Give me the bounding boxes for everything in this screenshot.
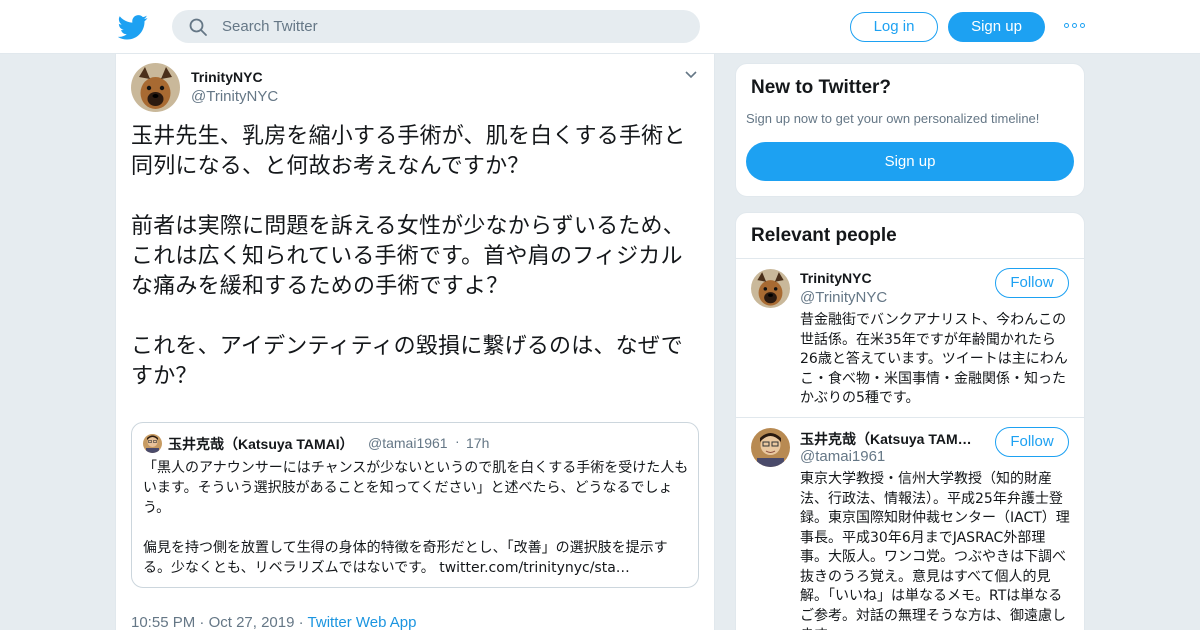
- author-name[interactable]: TrinityNYC: [191, 69, 263, 85]
- follow-button[interactable]: Follow: [995, 427, 1069, 457]
- avatar[interactable]: [131, 63, 180, 112]
- person-handle[interactable]: @TrinityNYC: [800, 289, 887, 306]
- person-bio: 昔金融街でバンクアナリスト、今わんこの世話係。在米35年ですが年齢聞かれたら26…: [800, 312, 1068, 406]
- search-icon: [189, 18, 207, 36]
- quoted-link[interactable]: twitter.com/trinitynyc/sta…: [439, 560, 630, 576]
- top-navigation-bar: Log in Sign up: [0, 0, 1200, 54]
- person-item[interactable]: TrinityNYC @TrinityNYC Follow 昔金融街でバンクアナ…: [736, 259, 1084, 417]
- relevant-people-card: Relevant people TrinityNYC @TrinityNYC F…: [735, 212, 1085, 630]
- login-button[interactable]: Log in: [850, 12, 938, 42]
- card-subtitle: Sign up now to get your own personalized…: [746, 111, 1040, 126]
- separator-dot: ·: [199, 614, 205, 630]
- search-input[interactable]: [222, 10, 682, 43]
- avatar[interactable]: [751, 428, 790, 467]
- person-name[interactable]: TrinityNYC: [800, 270, 980, 286]
- tweet-text: 玉井先生、乳房を縮小する手術が、肌を白くする手術と同列になる、と何故お考えなんで…: [131, 124, 686, 389]
- tweet-metadata: 10:55 PM · Oct 27, 2019 · Twitter Web Ap…: [131, 614, 417, 630]
- separator-dot: ·: [455, 433, 460, 449]
- quoted-author-name: 玉井克哉（Katsuya TAMAI）: [168, 436, 354, 452]
- separator-dot: ·: [298, 614, 304, 630]
- person-item[interactable]: 玉井克哉（Katsuya TAMAI） @tamai1961 Follow 東京…: [736, 418, 1084, 630]
- quoted-author-handle: @tamai1961: [368, 435, 448, 451]
- twitter-bird-icon[interactable]: [118, 12, 148, 42]
- person-handle[interactable]: @tamai1961: [800, 448, 885, 465]
- chevron-down-icon[interactable]: [684, 70, 698, 80]
- person-bio: 東京大学教授・信州大学教授（知的財産法、行政法、情報法）。平成25年弁護士登録。…: [800, 471, 1070, 630]
- person-avatar-icon: [143, 434, 162, 453]
- new-to-twitter-card: New to Twitter? Sign up now to get your …: [735, 63, 1085, 197]
- author-handle[interactable]: @TrinityNYC: [191, 88, 278, 105]
- card-title: Relevant people: [751, 225, 897, 246]
- person-avatar-icon: [751, 428, 790, 467]
- search-box[interactable]: [172, 10, 700, 43]
- signup-button[interactable]: Sign up: [948, 12, 1045, 42]
- tweet-time[interactable]: 10:55 PM: [131, 614, 195, 630]
- quoted-avatar: [143, 434, 162, 453]
- more-dots-icon[interactable]: [1064, 20, 1086, 32]
- quoted-text: 「黒人のアナウンサーにはチャンスが少ないというので肌を白くする手術を受けた人もい…: [143, 458, 691, 578]
- tweet-source-link[interactable]: Twitter Web App: [308, 614, 417, 630]
- dog-avatar-icon: [131, 63, 180, 112]
- person-name[interactable]: 玉井克哉（Katsuya TAMAI）: [800, 429, 980, 449]
- follow-button[interactable]: Follow: [995, 268, 1069, 298]
- signup-button[interactable]: Sign up: [746, 142, 1074, 181]
- avatar[interactable]: [751, 269, 790, 308]
- quoted-time: 17h: [466, 435, 490, 451]
- card-title: New to Twitter?: [751, 77, 892, 98]
- tweet-detail: TrinityNYC @TrinityNYC 玉井先生、乳房を縮小する手術が、肌…: [115, 54, 715, 630]
- quoted-tweet[interactable]: 玉井克哉（Katsuya TAMAI） @tamai1961 · 17h 「黒人…: [131, 422, 699, 588]
- dog-avatar-icon: [751, 269, 790, 308]
- tweet-date[interactable]: Oct 27, 2019: [209, 614, 295, 630]
- quoted-text-body: 「黒人のアナウンサーにはチャンスが少ないというので肌を白くする手術を受けた人もい…: [143, 460, 689, 576]
